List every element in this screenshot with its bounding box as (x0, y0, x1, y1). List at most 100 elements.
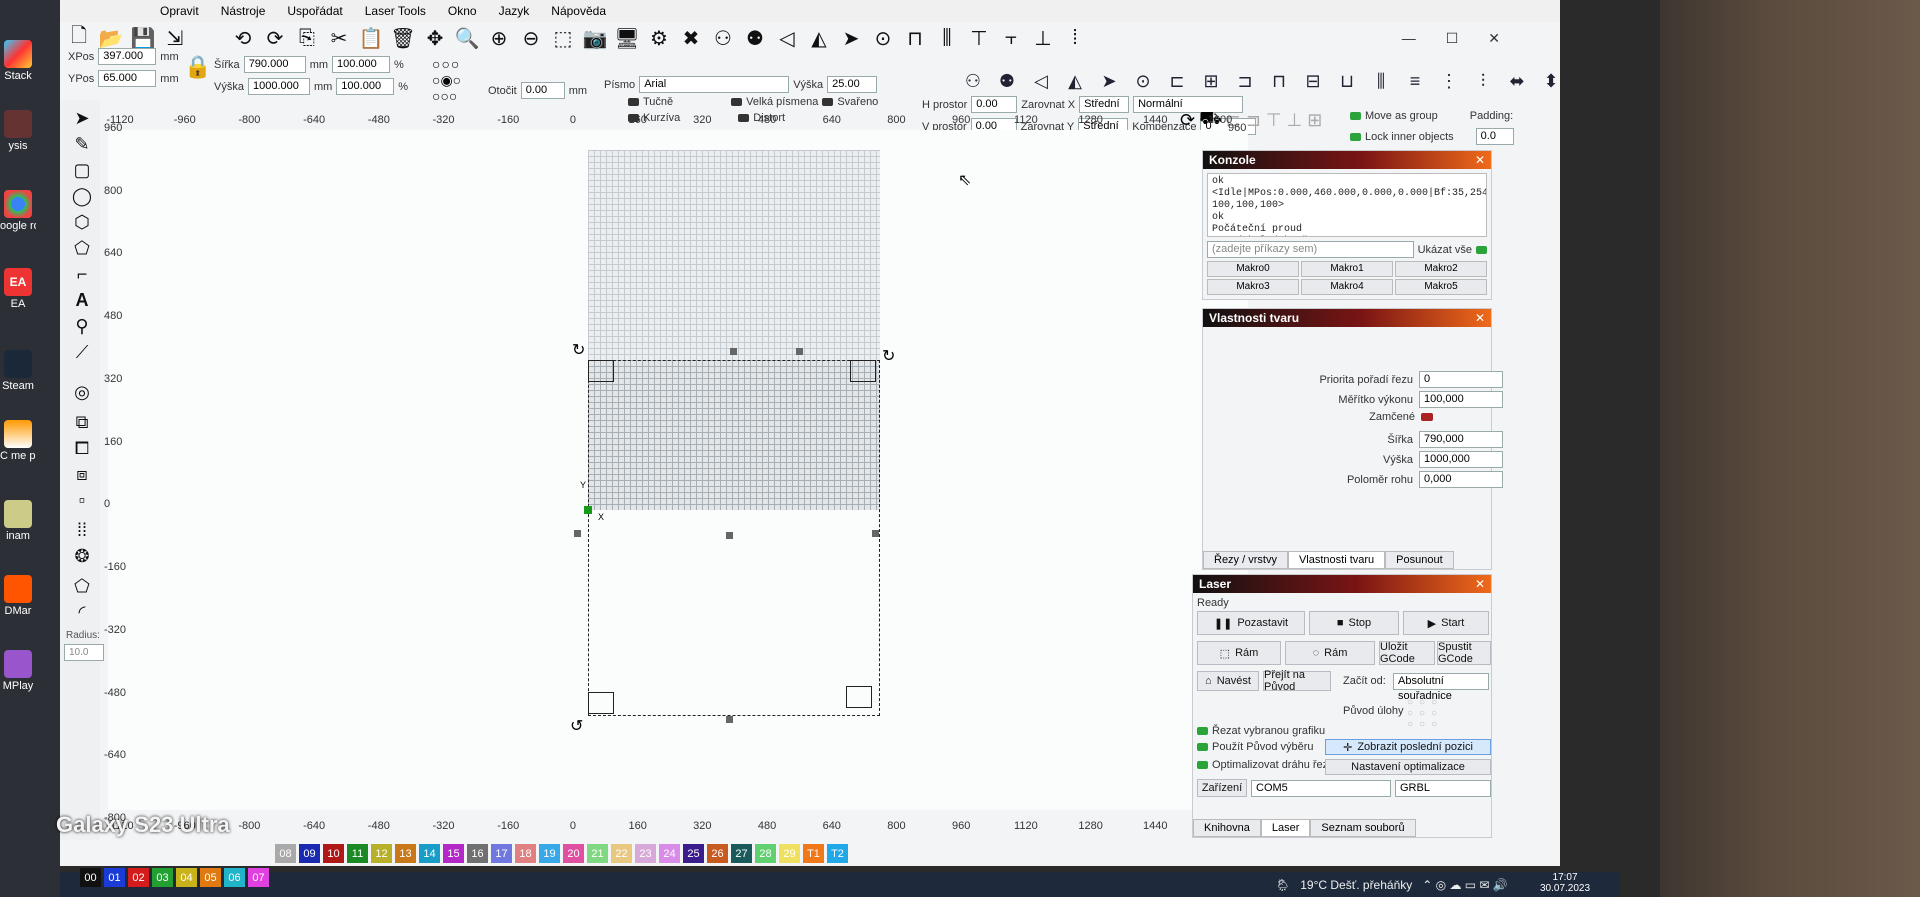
shape-props-tab[interactable]: Řezy / vrstvy (1203, 551, 1288, 569)
height-field[interactable]: 1000.000 (247, 78, 310, 95)
layer-swatch[interactable]: 17 (491, 844, 512, 863)
select-arrow-icon[interactable]: ➤ (70, 106, 94, 130)
align-bottom-icon[interactable]: ⊔ (1334, 68, 1360, 94)
layer-swatch[interactable]: 04 (176, 868, 197, 887)
align-hcenter-icon[interactable]: ⊞ (1198, 68, 1224, 94)
macro-button[interactable]: Makro1 (1301, 261, 1393, 277)
group-icon[interactable]: ⚇ (710, 25, 736, 51)
close-panel-icon[interactable]: ✕ (1475, 575, 1485, 593)
show-all-checkbox[interactable] (1476, 245, 1487, 254)
frame-button[interactable]: ⬚ Rám (1197, 641, 1281, 665)
boolean-diff-icon[interactable]: ⧠ (70, 436, 94, 460)
menu-item[interactable]: Laser Tools (365, 4, 426, 18)
maximize-icon[interactable]: ☐ (1446, 30, 1459, 47)
scale-handle[interactable] (726, 532, 733, 539)
desktop-item-chrome[interactable]: oogle rom (0, 190, 36, 232)
desktop-item-stack[interactable]: Stack (0, 40, 36, 82)
zoom-pan-icon[interactable]: 🔍 (454, 25, 480, 51)
dist-v-icon[interactable]: ≡ (1402, 68, 1428, 94)
move-icon[interactable]: ✥ (422, 25, 448, 51)
layer-swatch[interactable]: 29 (779, 844, 800, 863)
hspace-field[interactable]: 0.00 (971, 96, 1018, 113)
layer-swatch[interactable]: 10 (323, 844, 344, 863)
font-height-field[interactable]: 25.00 (827, 76, 878, 93)
align-middle-icon[interactable]: ⫟ (998, 25, 1024, 51)
prop-field[interactable]: 0,000 (1419, 471, 1503, 488)
align-vcenter-icon[interactable]: ⊟ (1300, 68, 1326, 94)
scale-height-field[interactable]: 100.000 (336, 78, 395, 95)
polygon-icon[interactable]: ⬠ (70, 236, 94, 260)
desktop-item-ysis[interactable]: ysis (0, 110, 36, 152)
home-button[interactable]: ⌂ Navést (1197, 671, 1259, 691)
weather-text[interactable]: 19°C Dešť. přeháňky (1300, 878, 1412, 892)
layer-swatch[interactable]: 26 (707, 844, 728, 863)
rotate-handle-icon[interactable]: ↻ (572, 340, 585, 360)
menu-item[interactable]: Nápověda (551, 4, 606, 18)
prop-field[interactable]: 790,000 (1419, 431, 1503, 448)
align-bottom-icon[interactable]: ⊥ (1030, 25, 1056, 51)
origin-selector-mid[interactable]: ○◉○ (432, 72, 461, 89)
shape-props-tab[interactable]: Vlastnosti tvaru (1287, 551, 1386, 569)
welded-checkbox[interactable] (822, 98, 834, 106)
prop-field[interactable]: 0 (1419, 371, 1503, 388)
xpos-field[interactable]: 397.000 (98, 48, 157, 65)
layer-swatch[interactable]: T2 (827, 844, 848, 863)
redo-icon[interactable]: ⟳ (262, 25, 288, 51)
paste-icon[interactable]: 📋 (358, 25, 384, 51)
save-gcode-button[interactable]: Uložit GCode (1379, 641, 1435, 665)
start-button[interactable]: ▶ Start (1403, 611, 1489, 635)
optimization-settings-button[interactable]: Nastavení optimalizace (1325, 759, 1491, 775)
port-select[interactable]: COM5 (1251, 780, 1391, 797)
caps-checkbox[interactable] (731, 98, 743, 106)
laser-bottom-tab[interactable]: Knihovna (1193, 819, 1261, 837)
lock-inner-checkbox[interactable] (1350, 132, 1361, 141)
text-icon[interactable]: A (70, 288, 94, 312)
space-h-icon[interactable]: ⋮ (1436, 68, 1462, 94)
target-icon[interactable]: ⊙ (1130, 68, 1156, 94)
layer-swatch[interactable]: 12 (371, 844, 392, 863)
lock-ratio-icon[interactable]: 🔒 (184, 54, 211, 80)
start-from-select[interactable]: Absolutní souřadnice (1393, 673, 1489, 702)
layer-swatch[interactable]: 01 (104, 868, 125, 887)
menu-item[interactable]: Uspořádat (287, 4, 342, 18)
go-origin-button[interactable]: Přejít na Původ (1263, 669, 1331, 693)
layer-swatch[interactable]: 20 (563, 844, 584, 863)
layer-swatch[interactable]: 18 (515, 844, 536, 863)
desktop-item-dmar[interactable]: DMar (0, 575, 36, 617)
boolean-union-icon[interactable]: ⧉ (70, 410, 94, 434)
space-v-icon[interactable]: ⫶ (1470, 68, 1496, 94)
layer-swatch[interactable]: 03 (152, 868, 173, 887)
monitor-icon[interactable]: 🖥 (614, 25, 640, 51)
macro-button[interactable]: Makro4 (1301, 279, 1393, 295)
layer-swatch[interactable]: 27 (731, 844, 752, 863)
radius-field[interactable]: 10.0 (64, 644, 104, 661)
macro-button[interactable]: Makro0 (1207, 261, 1299, 277)
break-apart-icon[interactable]: ⬠ (70, 574, 94, 598)
copy-icon[interactable]: ⎘ (294, 25, 320, 51)
selection-outline[interactable] (588, 360, 880, 716)
layer-swatch[interactable]: 13 (395, 844, 416, 863)
mirror-icon[interactable]: ◭ (806, 25, 832, 51)
align-left-icon[interactable]: ⊏ (1164, 68, 1190, 94)
hexagon-icon[interactable]: ⬡ (70, 210, 94, 234)
layer-swatch[interactable]: 22 (611, 844, 632, 863)
camera-icon[interactable]: 📷 (582, 25, 608, 51)
run-gcode-button[interactable]: Spustit GCode (1437, 641, 1491, 665)
use-sel-origin-checkbox[interactable] (1197, 743, 1208, 751)
scale-width-field[interactable]: 100.000 (332, 56, 391, 73)
rotate-handle-icon[interactable]: ↺ (570, 716, 583, 736)
desktop-item-steam[interactable]: Steam (0, 350, 36, 392)
origin-selector-bot[interactable]: ○○○ (432, 88, 457, 104)
ypos-field[interactable]: 65.000 (98, 70, 157, 87)
macro-button[interactable]: Makro2 (1395, 261, 1487, 277)
layer-swatch[interactable]: 08 (275, 844, 296, 863)
pen-icon[interactable]: ✎ (70, 132, 94, 156)
prop-field[interactable]: 100,000 (1419, 391, 1503, 408)
edit-nodes-icon[interactable]: ⌐ (70, 262, 94, 286)
rectangle-icon[interactable]: ▢ (70, 158, 94, 182)
corner-radius-icon[interactable]: ◜ (70, 600, 94, 624)
send-icon[interactable]: ➤ (1096, 68, 1122, 94)
layer-swatch[interactable]: 25 (683, 844, 704, 863)
layer-swatch[interactable]: 02 (128, 868, 149, 887)
scale-handle[interactable] (726, 716, 733, 723)
